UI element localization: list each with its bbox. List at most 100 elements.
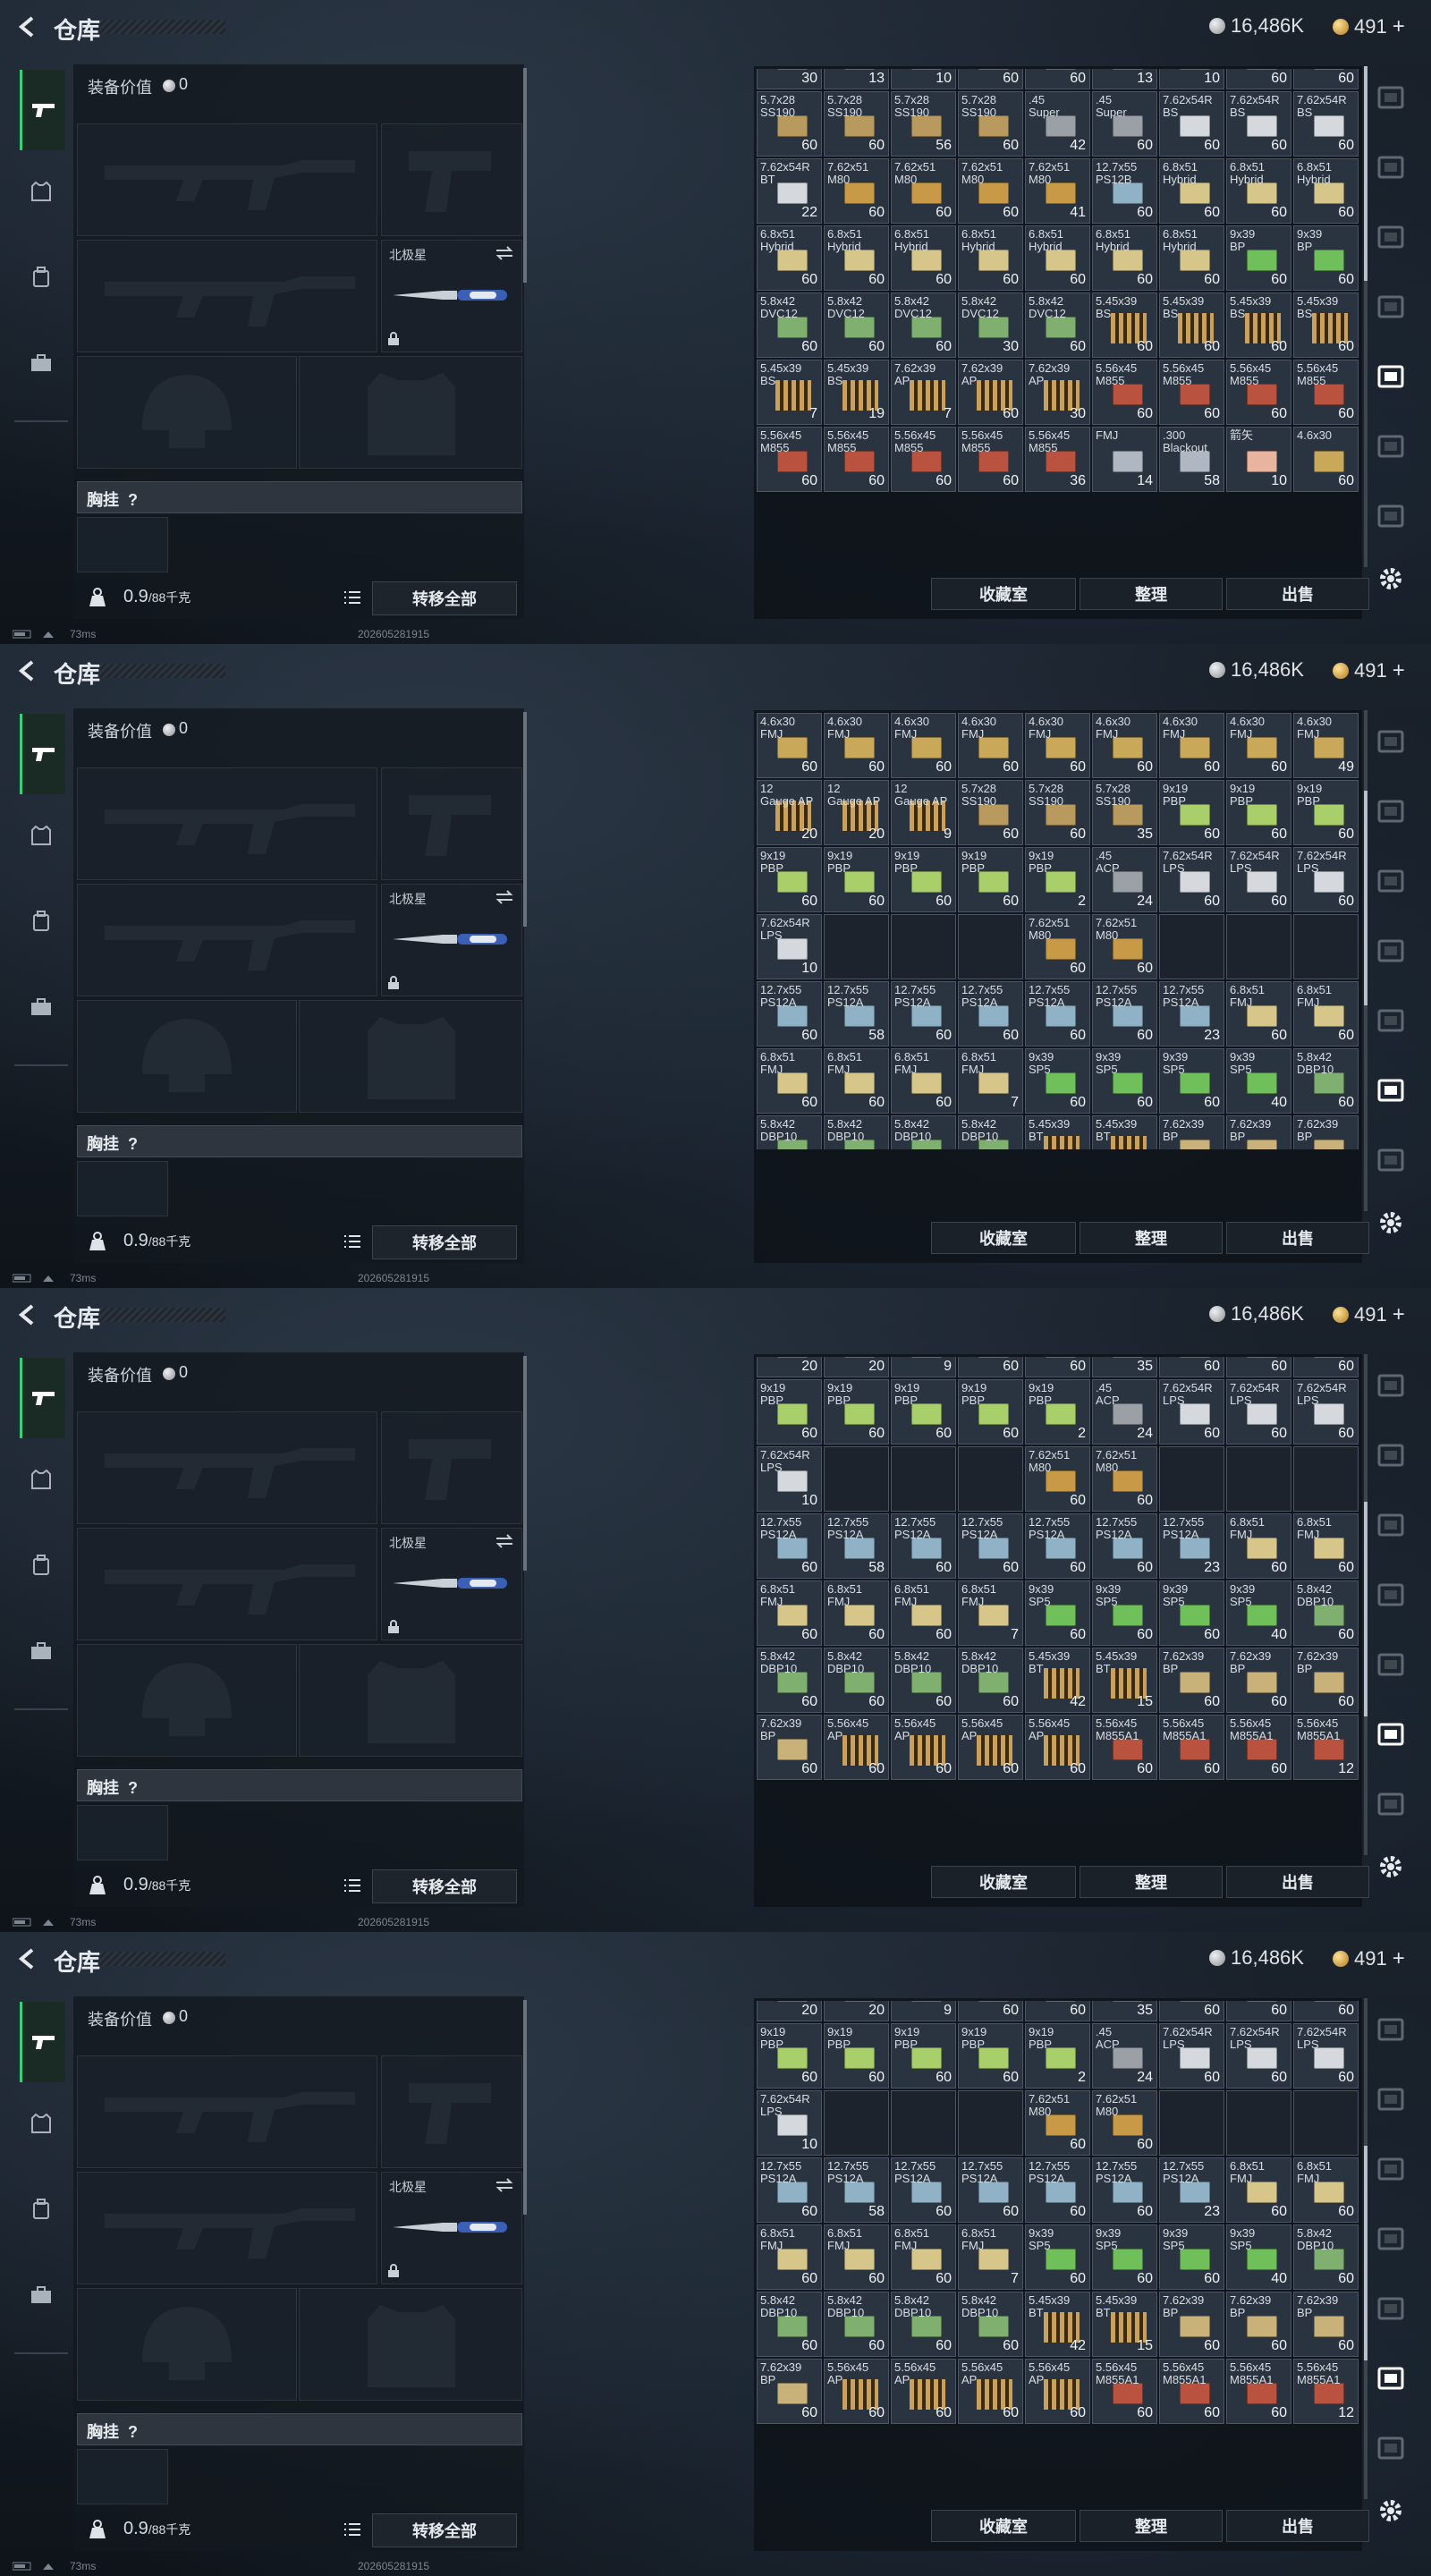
storage-item[interactable]: 60 [1159, 1357, 1224, 1377]
storage-item[interactable]: 5.45x39BT15 [1092, 1115, 1157, 1149]
storage-item[interactable]: 60 [958, 1357, 1023, 1377]
storage-item[interactable]: 5.45x39BT15 [1092, 2292, 1157, 2357]
secondary-weapon-slot[interactable] [77, 2172, 377, 2284]
storage-item[interactable]: 5.8x42DBP10 60 [891, 2292, 956, 2357]
storage-item[interactable]: 9x19 PBP 60 [1226, 780, 1291, 845]
storage-item[interactable]: 12.7x55 PS12A 60 [1092, 981, 1157, 1046]
help-button[interactable]: ? [128, 1779, 138, 1797]
storage-item[interactable]: 5.8x42 DVC12 30 [958, 292, 1023, 358]
storage-item[interactable]: 7.62x39BP 60 [757, 2359, 822, 2424]
transfer-all-button[interactable]: 转移全部 [372, 2513, 517, 2547]
body-armor-slot[interactable] [299, 1644, 522, 1757]
gold-balance[interactable]: 491 + [1333, 658, 1405, 683]
storage-page-tab[interactable] [1374, 1787, 1408, 1821]
add-gold-button[interactable]: + [1393, 1302, 1405, 1327]
list-icon[interactable] [343, 1878, 361, 1893]
storage-item[interactable]: 5.8x42 DVC12 60 [757, 292, 822, 358]
storage-item[interactable]: 12.7x55 PS12A 60 [958, 2157, 1023, 2223]
empty-slot[interactable] [891, 1446, 956, 1512]
secondary-weapon-slot[interactable] [77, 240, 377, 352]
storage-item[interactable]: 60 [1226, 2001, 1291, 2021]
storage-item[interactable]: 9x39 SP5 60 [1025, 1580, 1090, 1646]
helmet-slot[interactable] [77, 1644, 297, 1757]
storage-item[interactable]: 6.8x51 Hybrid 60 [1293, 158, 1359, 224]
storage-item[interactable]: 13 [1092, 69, 1157, 89]
storage-item[interactable]: 7.62x54R LPS 60 [1159, 847, 1224, 912]
storage-item[interactable]: 9x39 SP5 40 [1226, 2224, 1291, 2290]
sort-button[interactable]: 整理 [1080, 1222, 1223, 1254]
add-gold-button[interactable]: + [1393, 658, 1405, 683]
pistol-slot[interactable] [381, 1411, 522, 1524]
empty-slot[interactable] [824, 1446, 889, 1512]
storage-item[interactable]: 12.7x55 PS12A 60 [1025, 981, 1090, 1046]
storage-item[interactable]: 6.8x51 FMJ 60 [891, 1048, 956, 1114]
empty-slot[interactable] [1226, 914, 1291, 979]
storage-item[interactable]: 5.45x39BT42 [1025, 1648, 1090, 1713]
storage-item[interactable]: 4.6x30 FMJ 49 [1293, 713, 1359, 778]
tab-weapons[interactable] [20, 70, 65, 150]
storage-item[interactable]: 5.45x39BT15 [1092, 1648, 1157, 1713]
storage-item[interactable]: 4.6x30 FMJ 60 [1092, 713, 1157, 778]
storage-scroll-thumb[interactable] [1364, 791, 1367, 1005]
storage-item[interactable]: 5.7x28 SS190 60 [824, 91, 889, 157]
storage-item[interactable]: 5.8x42 DVC12 60 [1025, 292, 1090, 358]
empty-slot[interactable] [1159, 2090, 1224, 2156]
storage-item[interactable]: 7.62x39BP 60 [1159, 1648, 1224, 1713]
storage-item[interactable]: 4.6x30 60 [1293, 427, 1359, 492]
storage-item[interactable]: 5.8x42 DVC12 60 [824, 292, 889, 358]
storage-item[interactable]: 12.7x55 PS12A 23 [1159, 1513, 1224, 1579]
storage-item[interactable]: FMJ 14 [1092, 427, 1157, 492]
knife-slot[interactable]: 北极星 [381, 240, 522, 352]
storage-page-tab[interactable] [1374, 864, 1408, 898]
storage-item[interactable]: 5.8x42DBP10 60 [824, 2292, 889, 2357]
storage-item[interactable]: 7.62x51 M80 60 [824, 158, 889, 224]
storage-item[interactable]: 5.7x28 SS190 60 [757, 91, 822, 157]
storage-item[interactable]: 6.8x51 FMJ 60 [1226, 1513, 1291, 1579]
storage-item[interactable]: 9x19 PBP 60 [757, 1379, 822, 1445]
silver-balance[interactable]: 16,486K [1209, 1302, 1304, 1326]
storage-item[interactable]: 5.45x39BT42 [1025, 1115, 1090, 1149]
storage-page-tab[interactable] [1374, 1578, 1408, 1612]
pistol-slot[interactable] [381, 767, 522, 880]
silver-balance[interactable]: 16,486K [1209, 658, 1304, 682]
storage-item[interactable]: 60 [1293, 2001, 1359, 2021]
storage-item[interactable]: 60 [1293, 1357, 1359, 1377]
storage-item[interactable]: 4.6x30 FMJ 60 [1025, 713, 1090, 778]
storage-item[interactable]: 7.62x51 M80 60 [1025, 1446, 1090, 1512]
storage-item[interactable]: 9x19 PBP 60 [958, 2023, 1023, 2089]
equipment-scrollbar[interactable] [523, 1356, 527, 1571]
empty-slot[interactable] [1226, 2090, 1291, 2156]
pistol-slot[interactable] [381, 123, 522, 236]
storage-item[interactable]: 9x19 PBP 60 [824, 847, 889, 912]
storage-item[interactable]: 7.62x39BP 60 [1293, 2292, 1359, 2357]
storage-item[interactable]: 5.45x39 BS 19 [824, 360, 889, 425]
swap-arrows-icon[interactable] [495, 246, 514, 260]
storage-item[interactable]: 9x39 SP5 40 [1226, 1580, 1291, 1646]
body-armor-slot[interactable] [299, 356, 522, 469]
storage-item[interactable]: 6.8x51 Hybrid 60 [891, 225, 956, 291]
collection-room-button[interactable]: 收藏室 [931, 1866, 1076, 1898]
storage-item[interactable]: 9 [891, 1357, 956, 1377]
storage-item[interactable]: 12.7x55 PS12A 60 [891, 2157, 956, 2223]
tab-backpack[interactable] [20, 2188, 63, 2231]
storage-item[interactable]: 5.45x39BT42 [1025, 2292, 1090, 2357]
back-arrow-icon[interactable] [14, 1302, 39, 1327]
storage-item[interactable]: 12.7x55 PS12A 23 [1159, 981, 1224, 1046]
storage-item[interactable]: 4.6x30 FMJ 60 [757, 713, 822, 778]
empty-slot[interactable] [824, 2090, 889, 2156]
storage-page-tab[interactable] [1374, 1368, 1408, 1402]
storage-item[interactable]: 10 [891, 69, 956, 89]
back-arrow-icon[interactable] [14, 14, 39, 39]
storage-page-tab[interactable] [1374, 934, 1408, 968]
tab-case[interactable] [20, 342, 63, 385]
storage-item[interactable]: 5.7x28 SS190 60 [958, 91, 1023, 157]
tab-armor[interactable] [20, 814, 63, 857]
storage-item[interactable]: 6.8x51 FMJ 60 [824, 1048, 889, 1114]
knife-slot[interactable]: 北极星 [381, 884, 522, 996]
helmet-slot[interactable] [77, 1000, 297, 1113]
storage-item[interactable]: .45 Super 60 [1092, 91, 1157, 157]
storage-item[interactable]: 60 [1025, 1357, 1090, 1377]
swap-arrows-icon[interactable] [495, 2178, 514, 2192]
storage-item[interactable]: 5.56x45 AP 60 [824, 1715, 889, 1780]
storage-item[interactable]: 6.8x51 FMJ 60 [891, 1580, 956, 1646]
